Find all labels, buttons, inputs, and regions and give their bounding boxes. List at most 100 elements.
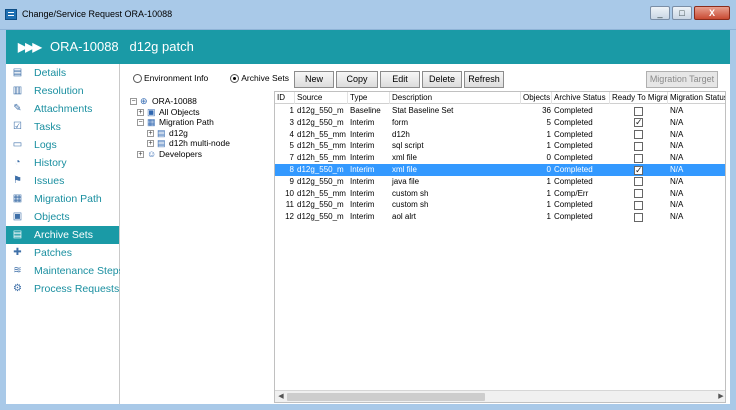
tree-node-env-d12h[interactable]: + ▤ d12h multi-node <box>130 138 280 149</box>
column-header-archive-status[interactable]: Archive Status <box>552 92 610 104</box>
table-row[interactable]: 5 d12h_55_mm Interim sql script 1 Completed N/… <box>275 140 725 152</box>
window-frame-right <box>730 30 736 410</box>
ready-to-migrate-checkbox[interactable] <box>634 153 643 163</box>
migration-path-icon: ▦ <box>12 193 23 204</box>
sidebar-item-objects[interactable]: ▣ Objects <box>6 208 119 226</box>
table-row[interactable]: 12 d12g_550_m Interim aol alrt 1 Completed N/A <box>275 211 725 223</box>
cell-status: Completed <box>554 200 593 210</box>
tree-node-developers[interactable]: + ☺ Developers <box>130 149 280 160</box>
table-row[interactable]: 8d12g_550_m Interim xml file 0Completed N/A <box>275 164 725 176</box>
cell-type: Interim <box>350 153 375 163</box>
delete-button[interactable]: Delete <box>422 71 462 88</box>
cell-description: form <box>392 117 408 127</box>
tree-node-label: ORA-10088 <box>152 96 197 106</box>
maximize-button[interactable]: □ <box>672 6 692 20</box>
ready-to-migrate-checkbox[interactable] <box>634 117 643 128</box>
sidebar-item-history[interactable]: ◔ History <box>6 154 119 172</box>
table-row[interactable]: 11 d12g_550_m Interim custom sh 1 Completed N/… <box>275 199 725 211</box>
cell-migration-status: N/A <box>670 176 684 186</box>
scrollbar-thumb[interactable] <box>287 393 485 401</box>
ready-to-migrate-checkbox[interactable] <box>634 212 643 222</box>
archive-sets-label[interactable]: Archive Sets <box>241 73 289 83</box>
sidebar: ▤ Details ▥ Resolution ✎ Attachments ☑ Tasks ▭ Lo… <box>6 64 124 404</box>
archive-sets-radio[interactable] <box>230 73 240 83</box>
environment-info-radio[interactable] <box>133 73 142 83</box>
column-header-id[interactable]: ID <box>275 92 295 104</box>
sidebar-item-label: Issues <box>34 175 65 187</box>
table-row[interactable]: 1 d12g_550_m Baseline Stat Baseline Set 36 Co… <box>275 105 725 117</box>
tree-node-env-d12g[interactable]: + ▤ d12g <box>130 128 280 139</box>
close-button[interactable]: X <box>694 6 730 20</box>
collapse-icon[interactable]: − <box>137 119 144 126</box>
expand-icon[interactable]: + <box>147 140 154 147</box>
expand-icon[interactable]: + <box>147 129 154 137</box>
ready-to-migrate-checkbox[interactable] <box>634 200 643 210</box>
table-row[interactable]: 9 d12g_550_m Interim java file 1 Completed N/A <box>275 176 725 188</box>
sidebar-item-migration-path[interactable]: ▦ Migration Path <box>6 190 119 208</box>
sidebar-item-label: Patches <box>34 247 72 259</box>
database-icon: ▤ <box>157 138 166 148</box>
column-header-objects[interactable]: Objects <box>521 92 552 104</box>
cell-status: Completed <box>554 141 593 151</box>
copy-button[interactable]: Copy <box>336 71 378 88</box>
patches-icon: ✚ <box>13 247 22 258</box>
archive-icon: ▤ <box>12 229 23 240</box>
details-icon: ▤ <box>12 67 23 78</box>
new-button[interactable]: New <box>294 71 334 88</box>
sidebar-item-logs[interactable]: ▭ Logs <box>6 136 119 154</box>
cell-objects: 1 <box>546 200 551 210</box>
table-row[interactable]: 4 d12h_55_mm Interim d12h 1 Completed N/A <box>275 129 725 141</box>
expand-icon[interactable]: + <box>137 108 144 116</box>
tree-node-migration-path[interactable]: − ▦ Migration Path <box>130 117 280 128</box>
expand-icon[interactable]: + <box>137 150 144 158</box>
record-header: ▶▶▶ ORA-10088 d12g patch <box>6 30 730 64</box>
column-header-source[interactable]: Source <box>295 92 348 104</box>
scroll-left-icon[interactable]: ◀ <box>276 392 286 402</box>
table-row[interactable]: 7 d12h_55_mm Interim xml file 0 Completed N/A <box>275 152 725 164</box>
clock-icon: ◔ <box>14 157 21 168</box>
table-row[interactable]: 10 d12h_55_mm Interim custom sh 1 Comp/Err N/A <box>275 188 725 200</box>
sidebar-item-details[interactable]: ▤ Details <box>6 64 119 82</box>
refresh-button[interactable]: Refresh <box>464 71 504 88</box>
sidebar-item-tasks[interactable]: ☑ Tasks <box>6 118 119 136</box>
column-header-description[interactable]: Description <box>390 92 521 104</box>
tree-node-label: d12h multi-node <box>169 138 230 148</box>
ready-to-migrate-checkbox[interactable] <box>634 130 643 140</box>
sidebar-item-attachments[interactable]: ✎ Attachments <box>6 100 119 118</box>
tree-node-all-objects[interactable]: + ▣ All Objects <box>130 107 280 118</box>
sidebar-item-patches[interactable]: ✚ Patches <box>6 244 119 262</box>
users-icon: ☺ <box>147 148 157 159</box>
edit-button[interactable]: Edit <box>380 71 420 88</box>
ready-to-migrate-checkbox[interactable] <box>634 165 643 176</box>
ready-to-migrate-checkbox[interactable] <box>634 177 643 187</box>
scroll-right-icon[interactable]: ▶ <box>716 392 725 402</box>
cell-source: d12g_550_m <box>297 106 344 115</box>
table-row[interactable]: 3d12g_550_m Interim form 5Completed N/A <box>275 117 725 129</box>
ready-to-migrate-checkbox[interactable] <box>634 106 643 116</box>
ready-to-migrate-checkbox[interactable] <box>634 189 643 199</box>
folder-icon: ▣ <box>147 106 156 117</box>
sidebar-item-process-requests[interactable]: ⚙ Process Requests <box>6 280 119 298</box>
sidebar-item-archive-sets[interactable]: ▤ Archive Sets <box>6 226 119 244</box>
column-header-migration-status[interactable]: Migration Status <box>668 92 725 104</box>
horizontal-scrollbar[interactable]: ◀ ▶ <box>275 390 725 402</box>
cell-type: Interim <box>350 141 375 151</box>
cell-status: Completed <box>554 176 593 186</box>
cell-status: Completed <box>554 212 593 222</box>
tree-node-root[interactable]: − ⊕ ORA-10088 <box>130 96 280 107</box>
collapse-icon[interactable]: − <box>130 98 137 105</box>
sidebar-item-resolution[interactable]: ▥ Resolution <box>6 82 119 100</box>
environment-info-label[interactable]: Environment Info <box>144 73 208 83</box>
migration-target-button[interactable]: Migration Target <box>646 71 718 88</box>
sidebar-item-issues[interactable]: ⚑ Issues <box>6 172 119 190</box>
cell-status: Comp/Err <box>554 188 589 198</box>
sidebar-item-maintenance-steps[interactable]: ≋ Maintenance Steps <box>6 262 124 280</box>
cell-id: 7 <box>289 153 294 163</box>
minimize-button[interactable]: _ <box>650 6 670 20</box>
cell-id: 5 <box>289 141 294 151</box>
ready-to-migrate-checkbox[interactable] <box>634 141 643 151</box>
column-header-ready-to-migrate[interactable]: Ready To Migrate <box>610 92 668 104</box>
app-icon <box>5 9 17 20</box>
column-header-type[interactable]: Type <box>348 92 390 104</box>
tree-node-label: All Objects <box>159 106 200 117</box>
